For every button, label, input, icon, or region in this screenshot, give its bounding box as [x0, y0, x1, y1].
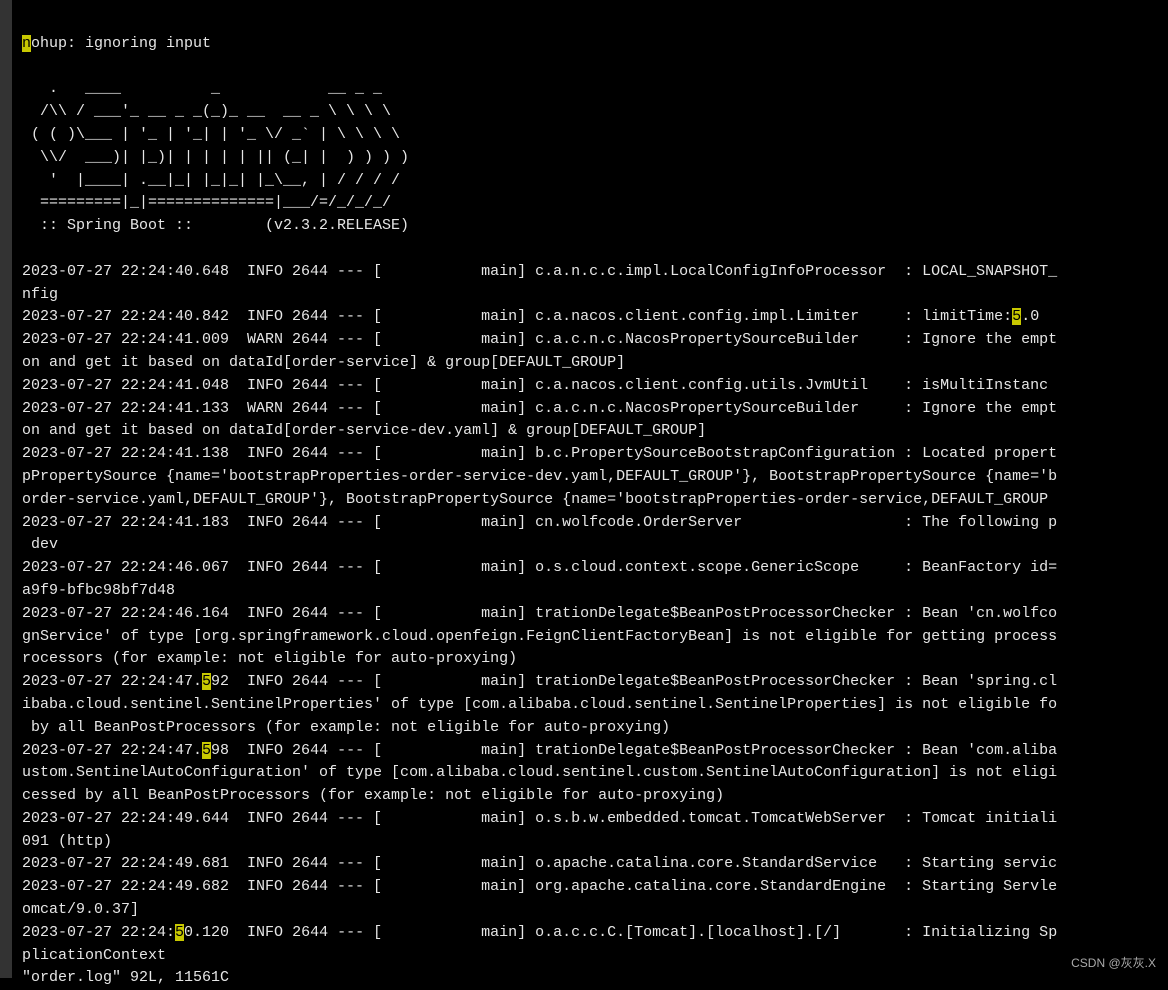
log-line: 98 INFO 2644 --- [ main] trationDelegate… [211, 742, 1057, 759]
log-line: plicationContext [22, 947, 166, 964]
log-line: dev [22, 536, 58, 553]
banner-line: =========|_|==============|___/=/_/_/_/ [22, 194, 391, 211]
terminal-output[interactable]: nohup: ignoring input . ____ _ __ _ _ /\… [22, 10, 1168, 990]
terminal-scrollbar[interactable] [0, 0, 12, 978]
log-line: 2023-07-27 22:24:46.067 INFO 2644 --- [ … [22, 559, 1057, 576]
log-line: 091 (http) [22, 833, 112, 850]
nohup-text: ohup: ignoring input [31, 35, 211, 52]
banner-line: \\/ ___)| |_)| | | | | || (_| | ) ) ) ) [22, 149, 409, 166]
log-line: 2023-07-27 22:24:40.842 INFO 2644 --- [ … [22, 308, 1012, 325]
highlight-digit: 5 [175, 924, 184, 941]
log-line: 2023-07-27 22:24:47. [22, 673, 202, 690]
log-line: 0.120 INFO 2644 --- [ main] o.a.c.c.C.[T… [184, 924, 1057, 941]
log-line: 92 INFO 2644 --- [ main] trationDelegate… [211, 673, 1057, 690]
log-line: pPropertySource {name='bootstrapProperti… [22, 468, 1057, 485]
log-line: 2023-07-27 22:24:41.048 INFO 2644 --- [ … [22, 377, 1048, 394]
highlight-digit: 5 [202, 673, 211, 690]
watermark: CSDN @灰灰.X [1071, 954, 1156, 972]
log-line: 2023-07-27 22:24:47. [22, 742, 202, 759]
log-line: on and get it based on dataId[order-serv… [22, 422, 706, 439]
log-line: .0 [1021, 308, 1039, 325]
log-line: ustom.SentinelAutoConfiguration' of type… [22, 764, 1057, 781]
cursor: n [22, 35, 31, 52]
log-line: gnService' of type [org.springframework.… [22, 628, 1057, 645]
log-line: 2023-07-27 22:24:46.164 INFO 2644 --- [ … [22, 605, 1057, 622]
log-line: omcat/9.0.37] [22, 901, 139, 918]
banner-line: /\\ / ___'_ __ _ _(_)_ __ __ _ \ \ \ \ [22, 103, 391, 120]
log-line: 2023-07-27 22:24:41.138 INFO 2644 --- [ … [22, 445, 1057, 462]
log-line: ibaba.cloud.sentinel.SentinelProperties'… [22, 696, 1057, 713]
log-line: rocessors (for example: not eligible for… [22, 650, 517, 667]
log-line: cessed by all BeanPostProcessors (for ex… [22, 787, 724, 804]
banner-line: :: Spring Boot :: (v2.3.2.RELEASE) [22, 217, 409, 234]
log-line: 2023-07-27 22:24:49.682 INFO 2644 --- [ … [22, 878, 1057, 895]
log-line: order-service.yaml,DEFAULT_GROUP'}, Boot… [22, 491, 1048, 508]
log-line: a9f9-bfbc98bf7d48 [22, 582, 175, 599]
log-line: 2023-07-27 22:24:41.009 WARN 2644 --- [ … [22, 331, 1057, 348]
log-line: 2023-07-27 22:24:40.648 INFO 2644 --- [ … [22, 263, 1057, 280]
log-line: 2023-07-27 22:24:41.133 WARN 2644 --- [ … [22, 400, 1057, 417]
log-line: 2023-07-27 22:24:41.183 INFO 2644 --- [ … [22, 514, 1057, 531]
log-line: 2023-07-27 22:24:49.644 INFO 2644 --- [ … [22, 810, 1057, 827]
log-line: 2023-07-27 22:24:49.681 INFO 2644 --- [ … [22, 855, 1057, 872]
highlight-digit: 5 [202, 742, 211, 759]
log-line: by all BeanPostProcessors (for example: … [22, 719, 670, 736]
banner-line: ( ( )\___ | '_ | '_| | '_ \/ _` | \ \ \ … [22, 126, 400, 143]
log-line: on and get it based on dataId[order-serv… [22, 354, 625, 371]
banner-line: . ____ _ __ _ _ [22, 80, 382, 97]
highlight-digit: 5 [1012, 308, 1021, 325]
banner-line: ' |____| .__|_| |_|_| |_\__, | / / / / [22, 172, 400, 189]
log-line: 2023-07-27 22:24: [22, 924, 175, 941]
log-line: nfig [22, 286, 58, 303]
